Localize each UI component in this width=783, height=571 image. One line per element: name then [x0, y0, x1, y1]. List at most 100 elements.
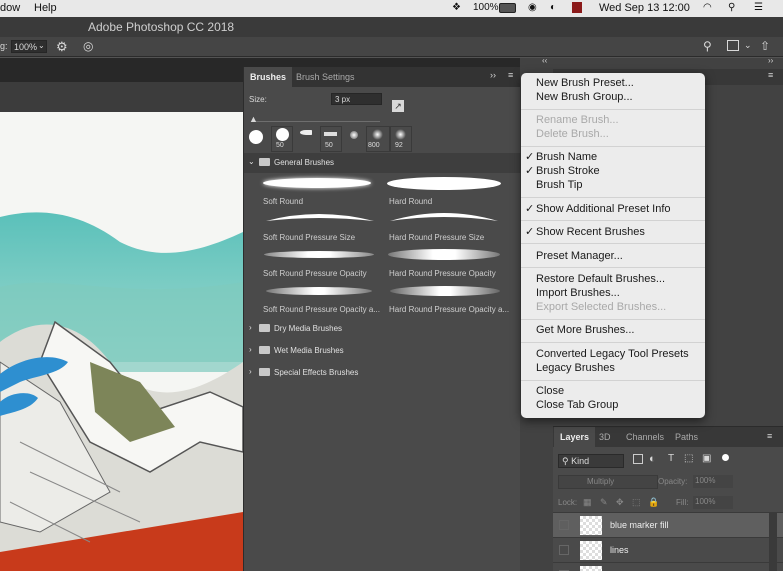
- search-icon[interactable]: ⚲: [728, 2, 735, 13]
- lock-transparent-icon[interactable]: ▦: [583, 497, 592, 508]
- brush-soft-round-pressure-size[interactable]: Soft Round Pressure Size: [258, 209, 384, 244]
- wifi-icon[interactable]: ◠: [703, 2, 712, 13]
- menubar-clock[interactable]: Wed Sep 13 12:00: [599, 2, 690, 14]
- chevron-down-icon[interactable]: ⌄: [248, 157, 255, 166]
- size-input[interactable]: 3 px: [331, 93, 382, 105]
- panel-menu-icon[interactable]: ≡: [508, 70, 513, 80]
- workspace-icon[interactable]: [727, 40, 739, 51]
- dropbox-icon[interactable]: ❖: [452, 2, 461, 13]
- document-canvas[interactable]: [0, 112, 243, 571]
- brush-hard-round-pressure-size[interactable]: Hard Round Pressure Size: [384, 209, 510, 244]
- recent-brush-4[interactable]: [344, 126, 366, 152]
- panel-menu-icon[interactable]: ≡: [768, 70, 773, 80]
- group-dry-media-brushes[interactable]: › Dry Media Brushes: [244, 319, 521, 339]
- tab-3d[interactable]: 3D: [593, 427, 617, 447]
- menu-brush-name[interactable]: ✓ Brush Name: [525, 150, 597, 164]
- panel-menu-icon[interactable]: ≡: [767, 431, 772, 441]
- menu-brush-stroke[interactable]: ✓ Brush Stroke: [525, 164, 600, 178]
- brush-soft-round[interactable]: Soft Round: [258, 173, 384, 208]
- layer-row[interactable]: blue marker fill: [553, 512, 783, 537]
- share-icon[interactable]: ⇧: [760, 39, 770, 53]
- menu-import-brushes[interactable]: Import Brushes...: [536, 286, 620, 300]
- flow-dropdown-chevron-icon[interactable]: ⌄: [38, 41, 45, 50]
- fill-input[interactable]: 100%: [693, 496, 733, 509]
- menu-restore-default-brushes[interactable]: Restore Default Brushes...: [536, 272, 665, 286]
- battery-icon[interactable]: [499, 3, 516, 13]
- group-general-label: General Brushes: [274, 158, 335, 167]
- blend-mode-select[interactable]: Multiply: [558, 475, 658, 489]
- recent-brush-1[interactable]: 50: [271, 126, 293, 152]
- layer-row[interactable]: lines: [553, 537, 783, 562]
- tab-paths[interactable]: Paths: [669, 427, 704, 447]
- group-wet-media-brushes[interactable]: › Wet Media Brushes: [244, 341, 521, 361]
- menu-new-brush-group[interactable]: New Brush Group...: [536, 90, 633, 104]
- brush-soft-round-pressure-opacity[interactable]: Soft Round Pressure Opacity: [258, 245, 384, 280]
- group-general-brushes[interactable]: ⌄ General Brushes: [244, 153, 521, 173]
- menu-converted-legacy-tool-presets[interactable]: Converted Legacy Tool Presets: [536, 347, 689, 361]
- visibility-toggle[interactable]: [559, 545, 569, 555]
- filter-toggle-icon[interactable]: [722, 454, 729, 461]
- brush-hard-round-pressure-opacity[interactable]: Hard Round Pressure Opacity: [384, 245, 510, 280]
- menu-separator: [521, 243, 705, 244]
- filter-smart-object-icon[interactable]: ▣: [702, 453, 711, 464]
- recent-brush-3[interactable]: 50: [320, 126, 342, 152]
- chevron-right-icon[interactable]: ›: [249, 345, 252, 354]
- tab-brushes[interactable]: Brushes: [244, 67, 293, 87]
- tab-layers[interactable]: Layers: [554, 427, 596, 447]
- recent-brush-6[interactable]: 92: [390, 126, 412, 152]
- filter-shape-icon[interactable]: ⬚: [684, 453, 693, 464]
- create-brush-icon[interactable]: ↗: [392, 100, 404, 112]
- size-slider-track[interactable]: [252, 121, 380, 122]
- brush-hard-round[interactable]: Hard Round: [384, 173, 510, 208]
- menu-show-additional-preset-info[interactable]: ✓ Show Additional Preset Info: [525, 202, 671, 216]
- options-bar: g: 100% ⌄ ⚙ ◎ ⚲ ⌄ ⇧: [0, 37, 783, 57]
- layers-scrollbar[interactable]: [769, 513, 777, 571]
- menu-show-recent-brushes[interactable]: ✓ Show Recent Brushes: [525, 225, 645, 239]
- brush-soft-round-pressure-opacity-and-flow[interactable]: Soft Round Pressure Opacity a...: [258, 281, 384, 316]
- sync-icon[interactable]: ◐: [550, 2, 556, 13]
- lock-all-icon[interactable]: 🔒: [648, 497, 659, 508]
- recent-brush-5[interactable]: 800: [366, 126, 390, 152]
- opacity-label: Opacity:: [658, 477, 688, 486]
- collapse-panels-icon[interactable]: ››: [768, 56, 773, 65]
- group-special-effects-brushes[interactable]: › Special Effects Brushes: [244, 363, 521, 383]
- chevron-right-icon[interactable]: ›: [249, 367, 252, 376]
- notification-center-icon[interactable]: ☰: [754, 2, 763, 13]
- opacity-input[interactable]: 100%: [693, 475, 733, 488]
- filter-adjustment-icon[interactable]: ◐: [649, 453, 656, 465]
- tab-brush-settings[interactable]: Brush Settings: [290, 67, 361, 87]
- visibility-toggle[interactable]: [559, 520, 569, 530]
- menu-close-tab-group[interactable]: Close Tab Group: [536, 398, 618, 412]
- expand-panel-icon[interactable]: ››: [490, 70, 496, 80]
- menu-help[interactable]: Help: [34, 2, 57, 14]
- menu-close[interactable]: Close: [536, 384, 564, 398]
- menu-new-brush-preset[interactable]: New Brush Preset...: [536, 76, 634, 90]
- shield-icon[interactable]: [572, 2, 582, 13]
- search-icon[interactable]: ⚲: [703, 39, 712, 53]
- lock-position-icon[interactable]: ✥: [616, 497, 624, 508]
- checkmark-icon: ✓: [525, 203, 535, 215]
- menu-legacy-brushes[interactable]: Legacy Brushes: [536, 361, 615, 375]
- layer-row[interactable]: [553, 562, 783, 571]
- workspace-chevron-icon[interactable]: ⌄: [744, 40, 752, 51]
- menu-brush-tip[interactable]: Brush Tip: [536, 178, 582, 192]
- menu-window[interactable]: dow: [0, 2, 20, 14]
- collapse-dock-icon[interactable]: ‹‹: [542, 56, 547, 65]
- filter-type-icon[interactable]: T: [668, 453, 674, 464]
- filter-pixel-icon[interactable]: [633, 454, 643, 464]
- menu-get-more-brushes[interactable]: Get More Brushes...: [536, 323, 634, 337]
- creative-cloud-icon[interactable]: ◉: [528, 2, 537, 13]
- menu-preset-manager[interactable]: Preset Manager...: [536, 249, 623, 263]
- settings-gear-icon[interactable]: ⚙: [56, 39, 68, 55]
- brush-hard-round-pressure-opacity-and-flow[interactable]: Hard Round Pressure Opacity a...: [384, 281, 510, 316]
- chevron-right-icon[interactable]: ›: [249, 323, 252, 332]
- recent-brush-2[interactable]: [296, 126, 318, 152]
- tab-channels[interactable]: Channels: [620, 427, 670, 447]
- lock-artboard-icon[interactable]: ⬚: [632, 497, 641, 508]
- lock-pixels-icon[interactable]: ✎: [600, 497, 608, 508]
- size-slider-thumb[interactable]: ▲: [249, 114, 258, 124]
- filter-kind-select[interactable]: ⚲ Kind: [558, 454, 624, 468]
- checkmark-icon: ✓: [525, 165, 535, 177]
- recent-brush-hard-round[interactable]: [249, 130, 263, 144]
- pressure-stylus-icon[interactable]: ◎: [83, 39, 93, 53]
